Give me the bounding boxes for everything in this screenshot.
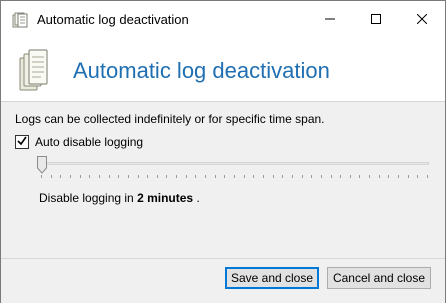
checkmark-icon xyxy=(17,133,27,151)
slider-tick xyxy=(60,175,61,178)
slider-ticks xyxy=(41,175,429,179)
slider-tick xyxy=(379,175,380,178)
minimize-icon xyxy=(325,11,335,29)
disable-status-text: Disable logging in 2 minutes . xyxy=(39,191,200,205)
slider-tick xyxy=(195,175,196,178)
slider-tick xyxy=(99,175,100,178)
slider-tick xyxy=(166,175,167,178)
slider-tick xyxy=(147,175,148,178)
slider-tick xyxy=(70,175,71,178)
status-prefix: Disable logging in xyxy=(39,191,134,205)
slider-tick xyxy=(263,175,264,178)
status-duration-value: 2 minutes xyxy=(137,191,194,205)
slider-track[interactable] xyxy=(37,162,429,165)
slider-tick xyxy=(118,175,119,178)
slider-tick xyxy=(234,175,235,178)
slider-tick xyxy=(51,175,52,178)
slider-tick xyxy=(244,175,245,178)
slider-tick xyxy=(388,175,389,178)
slider-tick xyxy=(427,175,428,178)
slider-tick xyxy=(350,175,351,178)
auto-disable-checkbox[interactable] xyxy=(15,135,29,149)
description-text: Logs can be collected indefinitely or fo… xyxy=(15,112,325,126)
maximize-button[interactable] xyxy=(353,1,399,39)
slider-tick xyxy=(176,175,177,178)
maximize-icon xyxy=(371,11,381,29)
slider-tick xyxy=(128,175,129,178)
cancel-and-close-button[interactable]: Cancel and close xyxy=(327,267,431,289)
log-files-icon xyxy=(19,48,49,94)
close-button[interactable] xyxy=(399,1,445,39)
slider-tick xyxy=(41,175,42,178)
dialog-header: Automatic log deactivation xyxy=(1,39,445,102)
slider-tick xyxy=(186,175,187,178)
slider-tick xyxy=(215,175,216,178)
auto-disable-checkbox-row[interactable]: Auto disable logging xyxy=(15,134,143,150)
slider-tick xyxy=(311,175,312,178)
slider-tick xyxy=(398,175,399,178)
save-and-close-button[interactable]: Save and close xyxy=(225,267,319,289)
slider-tick xyxy=(224,175,225,178)
slider-tick xyxy=(331,175,332,178)
dialog-window: Automatic log deactivation Automatic log… xyxy=(0,0,446,303)
slider-tick xyxy=(273,175,274,178)
status-suffix: . xyxy=(196,191,200,205)
window-title: Automatic log deactivation xyxy=(37,12,189,27)
slider-tick xyxy=(302,175,303,178)
slider-tick xyxy=(205,175,206,178)
close-icon xyxy=(416,11,428,29)
slider-tick xyxy=(157,175,158,178)
slider-tick xyxy=(321,175,322,178)
page-title: Automatic log deactivation xyxy=(73,58,330,83)
slider-tick xyxy=(282,175,283,178)
auto-disable-label: Auto disable logging xyxy=(35,135,144,149)
slider-thumb[interactable] xyxy=(37,156,47,174)
slider-tick xyxy=(109,175,110,178)
slider-tick xyxy=(408,175,409,178)
slider-tick xyxy=(89,175,90,178)
slider-tick xyxy=(292,175,293,178)
minimize-button[interactable] xyxy=(307,1,353,39)
slider-tick xyxy=(359,175,360,178)
slider-tick xyxy=(417,175,418,178)
slider-tick xyxy=(253,175,254,178)
slider-tick xyxy=(369,175,370,178)
title-bar[interactable]: Automatic log deactivation xyxy=(1,1,445,39)
slider-tick xyxy=(138,175,139,178)
log-files-icon xyxy=(12,12,28,28)
slider-tick xyxy=(80,175,81,178)
duration-slider[interactable] xyxy=(37,156,429,178)
slider-tick xyxy=(340,175,341,178)
